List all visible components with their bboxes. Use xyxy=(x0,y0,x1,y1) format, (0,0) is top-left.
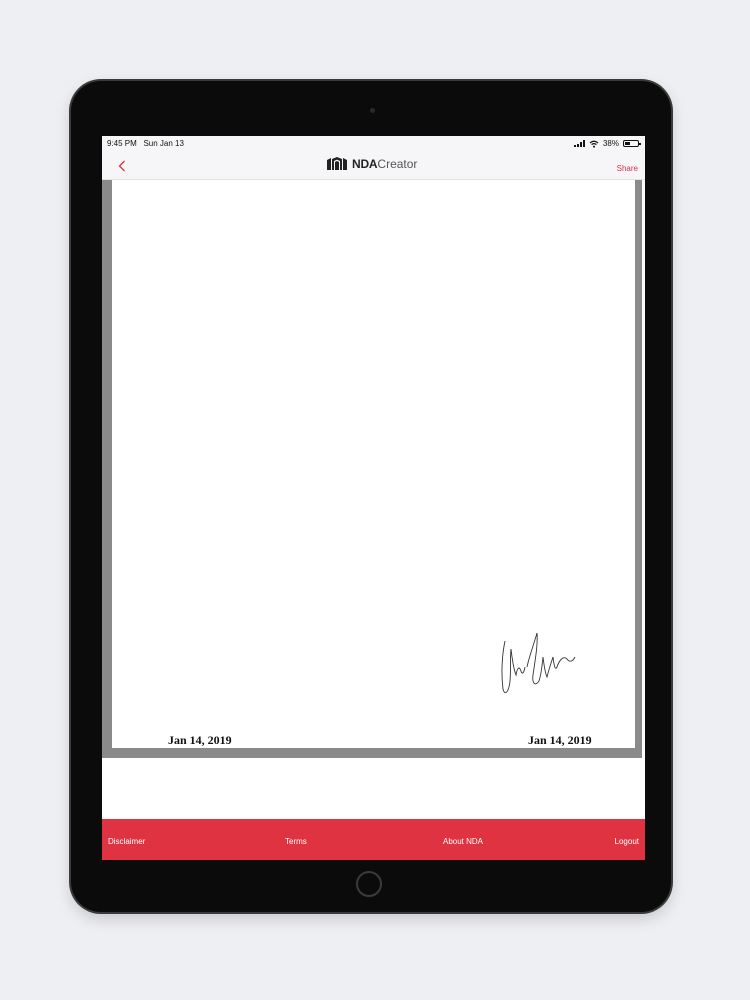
tab-terms[interactable]: Terms xyxy=(285,837,307,846)
bottom-tab-bar: Disclaimer Terms About NDA Logout xyxy=(102,819,645,860)
back-button[interactable] xyxy=(112,156,132,176)
signature-date-right: Jan 14, 2019 xyxy=(528,733,592,747)
tab-logout[interactable]: Logout xyxy=(615,837,639,846)
document-gutter-bottom xyxy=(102,748,642,758)
navigation-bar: NDA Creator Share xyxy=(102,152,645,180)
battery-icon xyxy=(623,140,641,147)
share-button[interactable]: Share xyxy=(617,164,638,173)
document-gutter-left xyxy=(102,180,112,758)
cellular-signal-icon xyxy=(573,140,585,147)
document-stack-logo-icon xyxy=(327,157,347,170)
signature-date-left: Jan 14, 2019 xyxy=(168,733,232,747)
status-clock: 9:45 PM xyxy=(107,139,137,148)
logo-text-creator: Creator xyxy=(377,157,418,171)
document-page: Jan 14, 2019 Jan 14, 2019 xyxy=(112,180,635,748)
handwritten-signature xyxy=(501,632,576,694)
status-date: Sun Jan 13 xyxy=(143,139,184,148)
status-time: 9:45 PM Sun Jan 13 xyxy=(107,139,184,148)
status-indicators: 38% xyxy=(573,139,641,148)
nda-creator-logo: NDA Creator xyxy=(326,157,417,171)
tab-disclaimer[interactable]: Disclaimer xyxy=(108,837,145,846)
chevron-left-icon xyxy=(118,160,125,172)
battery-percentage: 38% xyxy=(602,139,619,148)
document-gutter-right xyxy=(635,180,642,758)
wifi-icon xyxy=(589,140,599,148)
app-screen: 9:45 PM Sun Jan 13 38% NDA Creator Share… xyxy=(102,136,645,860)
status-bar: 9:45 PM Sun Jan 13 38% xyxy=(102,136,645,152)
logo-text-nda: NDA xyxy=(352,157,378,171)
home-button[interactable] xyxy=(356,871,382,897)
front-camera xyxy=(370,108,375,113)
tab-about-nda[interactable]: About NDA xyxy=(443,837,483,846)
